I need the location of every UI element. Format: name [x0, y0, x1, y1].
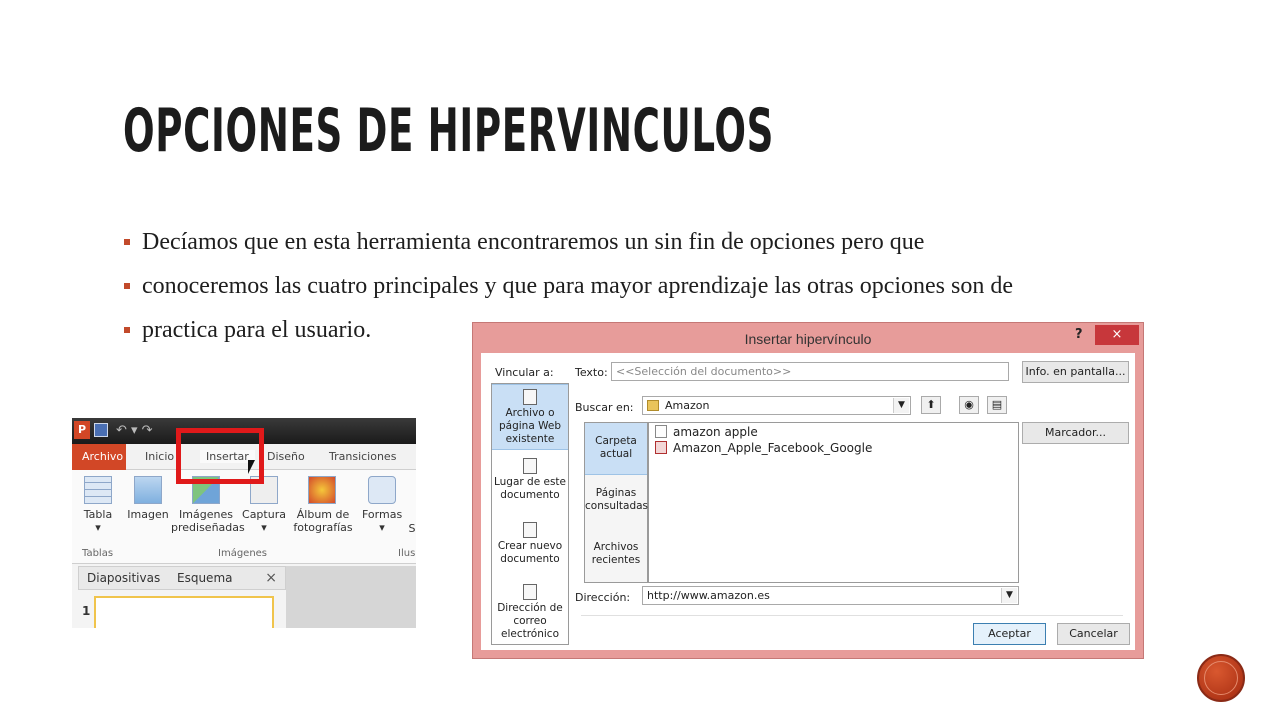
chevron-down-icon: ▾	[261, 521, 267, 534]
aceptar-button[interactable]: Aceptar	[973, 623, 1046, 645]
email-icon	[523, 584, 537, 600]
file-list: amazon apple Amazon_Apple_Facebook_Googl…	[648, 422, 1019, 583]
link-type-pane: Archivo o página Web existente Lugar de …	[491, 383, 569, 645]
group-ilustraciones: Ilus	[398, 548, 416, 559]
chevron-down-icon[interactable]: ▼	[893, 398, 909, 413]
bullet-marker	[124, 327, 130, 333]
cancelar-button[interactable]: Cancelar	[1057, 623, 1130, 645]
close-icon[interactable]: ×	[265, 570, 277, 586]
powerpoint-icon: P	[74, 421, 90, 439]
insert-hyperlink-dialog: Insertar hipervínculo ? × Vincular a: Te…	[472, 322, 1144, 659]
ribbon-screenshot: P ↶ ▾ ↷ Archivo Inicio Insertar Diseño T…	[72, 418, 416, 628]
link-lugar-documento[interactable]: Lugar de este documento	[492, 454, 568, 518]
shapes-icon	[368, 476, 396, 504]
bullet-item: conoceremos las cuatro principales y que…	[124, 272, 1064, 300]
bullet-marker	[124, 283, 130, 289]
imagen-label: Imagen	[127, 508, 169, 521]
album-label: Álbum de fotografías	[293, 508, 353, 534]
open-folder-icon[interactable]: ▤	[987, 396, 1007, 414]
imagen-button[interactable]: Imagen	[126, 470, 170, 521]
link-nuevo-documento-label: Crear nuevo documento	[497, 540, 563, 565]
nav-carpeta-actual[interactable]: Carpeta actual	[585, 423, 647, 475]
slide-thumbnail[interactable]	[94, 596, 274, 628]
texto-label: Texto:	[575, 366, 608, 379]
close-button[interactable]: ×	[1095, 325, 1139, 345]
tab-esquema[interactable]: Esquema	[177, 571, 232, 585]
texto-field[interactable]: <<Selección del documento>>	[611, 362, 1009, 381]
smartart-label: S	[408, 522, 416, 535]
link-lugar-documento-label: Lugar de este documento	[493, 476, 567, 501]
highlight-box	[176, 428, 264, 484]
mouse-cursor-icon	[248, 460, 255, 474]
link-correo-label: Dirección de correo electrónico	[497, 602, 563, 640]
group-tablas: Tablas	[82, 548, 114, 559]
direccion-label: Dirección:	[575, 591, 631, 604]
formas-label: Formas	[362, 508, 403, 521]
direccion-field[interactable]: http://www.amazon.es ▼	[642, 586, 1019, 605]
folder-up-icon[interactable]: ⬆	[921, 396, 941, 414]
photo-album-icon	[308, 476, 336, 504]
tab-diseno[interactable]: Diseño	[267, 450, 305, 463]
group-imagenes: Imágenes	[218, 548, 268, 559]
bullet-item: Decíamos que en esta herramienta encontr…	[124, 228, 1204, 256]
file-name: Amazon_Apple_Facebook_Google	[673, 441, 873, 455]
new-document-icon	[523, 522, 537, 538]
bullet-text: practica para el usuario.	[142, 317, 372, 343]
bullet-marker	[124, 239, 130, 245]
corner-logo	[1197, 654, 1245, 702]
help-button[interactable]: ?	[1075, 327, 1083, 342]
buscar-select[interactable]: Amazon ▼	[642, 396, 911, 415]
bullet-text: Decíamos que en esta herramienta encontr…	[142, 229, 925, 255]
ribbon-body: Tabla ▾ Imagen Imágenes prediseñadas Capt…	[72, 470, 416, 564]
file-item[interactable]: amazon apple	[655, 425, 758, 439]
marcador-button[interactable]: Marcador...	[1022, 422, 1129, 444]
chevron-down-icon: ▾	[379, 521, 385, 534]
tab-inicio[interactable]: Inicio	[145, 450, 174, 463]
search-web-icon[interactable]: ◉	[959, 396, 979, 414]
slide-number: 1	[82, 604, 91, 618]
vincular-label: Vincular a:	[495, 366, 554, 379]
captura-label: Captura	[242, 508, 286, 521]
undo-icon[interactable]: ↶ ▾ ↷	[116, 423, 153, 438]
table-icon	[84, 476, 112, 504]
tab-archivo[interactable]: Archivo	[72, 444, 126, 470]
tab-transiciones[interactable]: Transiciones	[329, 450, 396, 463]
dialog-body: Vincular a: Texto: <<Selección del docum…	[481, 353, 1135, 650]
nav-paginas-consultadas[interactable]: Páginas consultadas	[585, 487, 648, 517]
picture-icon	[134, 476, 162, 504]
presentation-file-icon	[655, 441, 667, 454]
chevron-down-icon[interactable]: ▼	[1001, 588, 1017, 603]
separator	[581, 615, 1123, 616]
smartart-button[interactable]: S	[406, 470, 416, 535]
browse-nav-pane: Carpeta actual Páginas consultadas Archi…	[584, 422, 648, 583]
text-file-icon	[655, 425, 667, 438]
link-correo[interactable]: Dirección de correo electrónico	[492, 580, 568, 644]
link-nuevo-documento[interactable]: Crear nuevo documento	[492, 518, 568, 582]
folder-icon	[647, 400, 659, 411]
web-page-icon	[523, 389, 537, 405]
tabla-label: Tabla	[83, 508, 113, 521]
link-archivo-web-label: Archivo o página Web existente	[498, 407, 561, 445]
formas-button[interactable]: Formas ▾	[362, 470, 402, 534]
direccion-value: http://www.amazon.es	[647, 589, 770, 602]
file-item[interactable]: Amazon_Apple_Facebook_Google	[655, 441, 872, 455]
chevron-down-icon: ▾	[95, 521, 101, 534]
slide-title: OPCIONES DE HIPERVINCULOS	[123, 96, 775, 166]
bullet-text: conoceremos las cuatro principales y que…	[142, 273, 1013, 299]
slide-canvas-area	[286, 566, 416, 628]
slides-panel-tabs: Diapositivas Esquema ×	[78, 566, 286, 590]
document-place-icon	[523, 458, 537, 474]
imagenes-predisenadas-label: Imágenes prediseñadas	[171, 508, 245, 534]
tab-diapositivas[interactable]: Diapositivas	[87, 571, 160, 585]
buscar-value: Amazon	[665, 399, 710, 412]
buscar-label: Buscar en:	[575, 401, 634, 414]
tabla-button[interactable]: Tabla ▾	[80, 470, 116, 534]
link-archivo-web[interactable]: Archivo o página Web existente	[492, 384, 568, 450]
file-name: amazon apple	[673, 425, 758, 439]
save-icon[interactable]	[94, 423, 108, 437]
dialog-title: Insertar hipervínculo	[744, 331, 872, 347]
album-button[interactable]: Álbum de fotografías	[292, 470, 353, 534]
info-pantalla-button[interactable]: Info. en pantalla...	[1022, 361, 1129, 383]
nav-archivos-recientes[interactable]: Archivos recientes	[585, 541, 647, 571]
